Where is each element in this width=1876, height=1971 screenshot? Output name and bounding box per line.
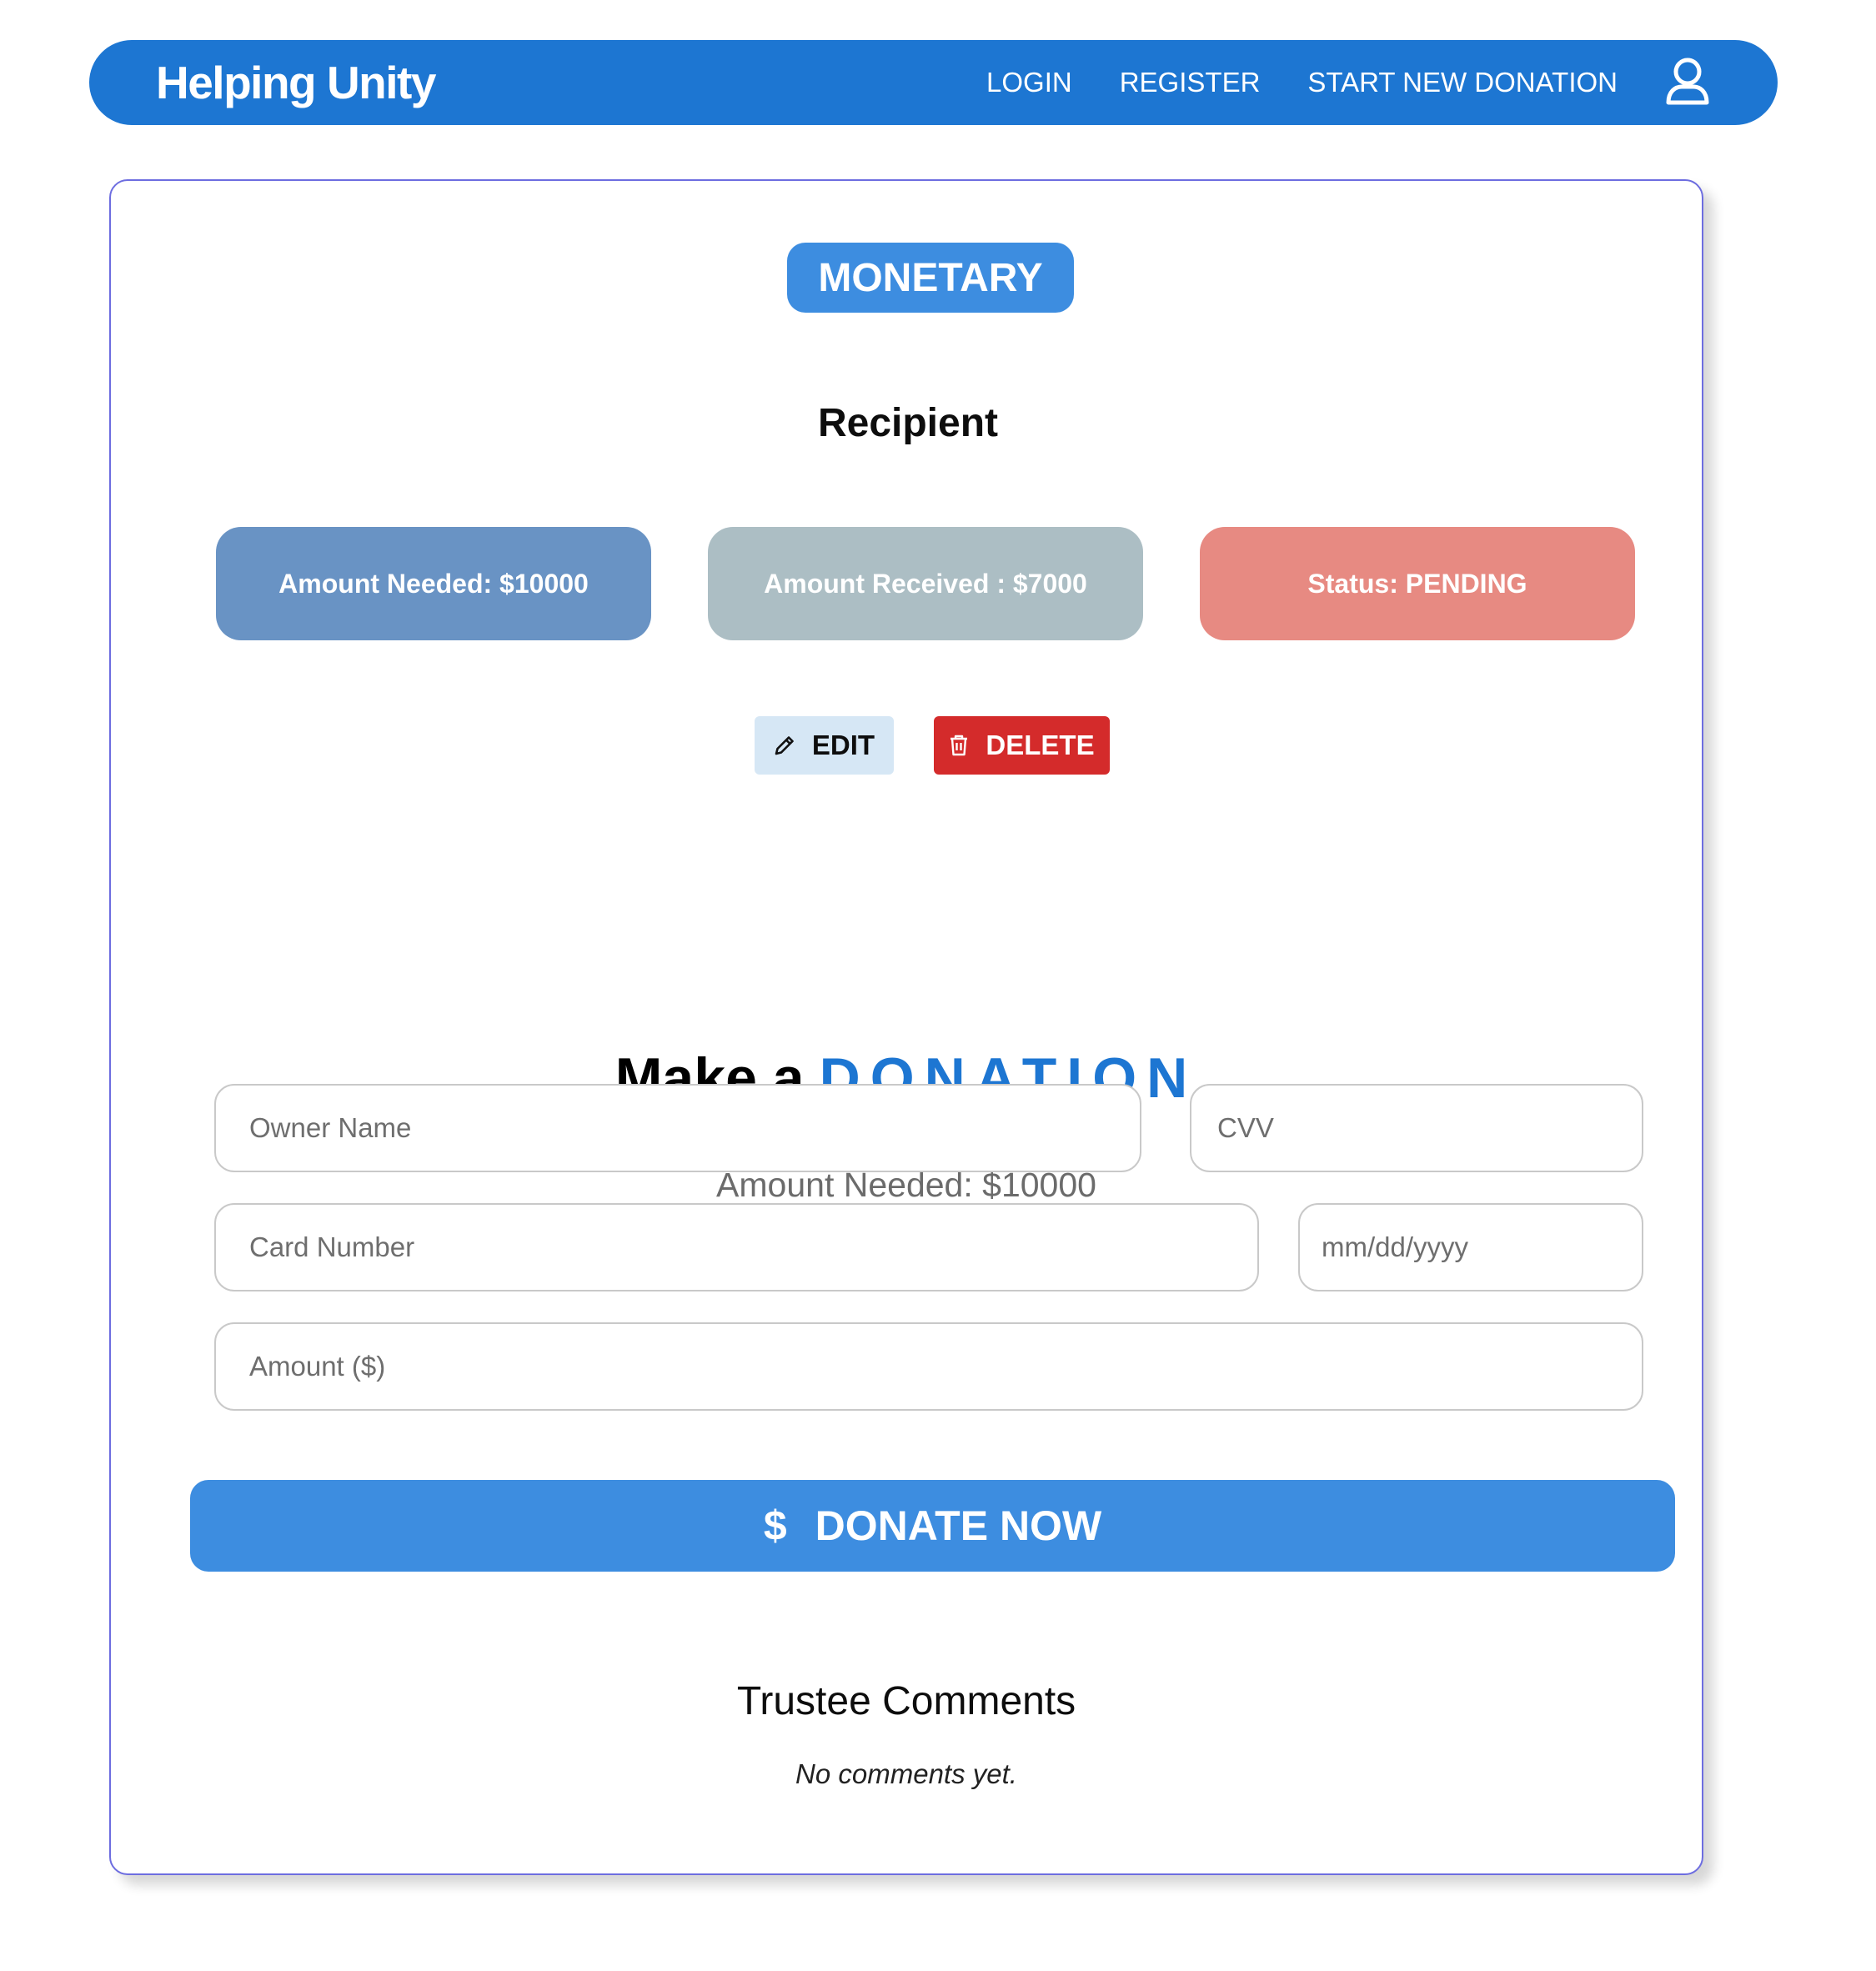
expiry-date-input[interactable] (1298, 1203, 1643, 1291)
amount-input[interactable] (214, 1322, 1643, 1411)
donation-form: Make aDONATION Amount Needed: $10000 $ D… (109, 179, 1703, 1875)
nav-login-link[interactable]: LOGIN (986, 67, 1072, 98)
card-number-input[interactable] (214, 1203, 1259, 1291)
nav-register-link[interactable]: REGISTER (1120, 67, 1261, 98)
form-fields: $ DONATE NOW (109, 179, 1703, 1875)
owner-name-input[interactable] (214, 1084, 1141, 1172)
nav-links: LOGIN REGISTER START NEW DONATION (986, 56, 1711, 109)
cvv-input[interactable] (1190, 1084, 1643, 1172)
top-navbar: Helping Unity LOGIN REGISTER START NEW D… (89, 40, 1778, 125)
user-icon[interactable] (1664, 56, 1711, 109)
donate-now-label: DONATE NOW (815, 1502, 1102, 1549)
dollar-icon: $ (763, 1502, 787, 1549)
donate-now-button[interactable]: $ DONATE NOW (190, 1480, 1675, 1572)
nav-start-donation-link[interactable]: START NEW DONATION (1307, 67, 1618, 98)
brand-logo[interactable]: Helping Unity (156, 56, 436, 109)
